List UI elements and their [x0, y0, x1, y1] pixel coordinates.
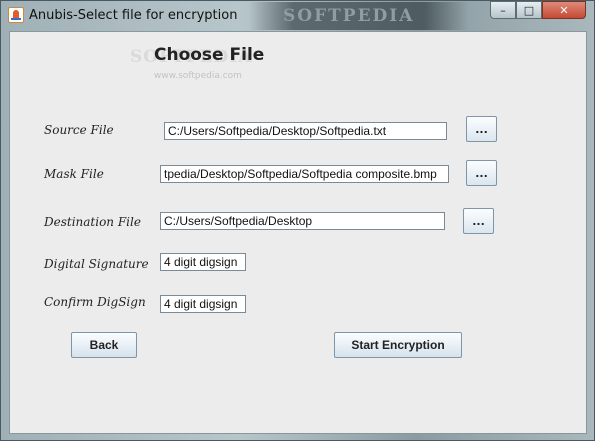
page-title: Choose File — [154, 45, 265, 65]
digital-signature-label: Digital Signature — [44, 257, 149, 271]
confirm-digsign-label: Confirm DigSign — [44, 295, 146, 309]
content-panel: SOFTPEDIA www.softpedia.com Choose File … — [9, 31, 587, 434]
java-coffee-icon — [8, 7, 24, 23]
confirm-digsign-field[interactable]: 4 digit digsign — [160, 295, 246, 313]
destination-browse-button[interactable]: ... — [463, 208, 494, 234]
watermark-text: SOFTPEDIA — [283, 6, 415, 26]
destination-file-field[interactable]: C:/Users/Softpedia/Desktop — [160, 212, 445, 230]
close-button[interactable]: ✕ — [542, 1, 586, 19]
minimize-icon: – — [500, 3, 506, 17]
minimize-button[interactable]: – — [490, 1, 516, 19]
digital-signature-field[interactable]: 4 digit digsign — [160, 253, 246, 271]
maximize-icon: □ — [523, 3, 535, 17]
source-file-label: Source File — [44, 123, 114, 137]
mask-file-label: Mask File — [44, 167, 104, 181]
start-encryption-button[interactable]: Start Encryption — [334, 332, 462, 358]
page-watermark-url: www.softpedia.com — [154, 71, 242, 81]
window-title: Anubis-Select file for encryption — [29, 8, 238, 23]
mask-browse-button[interactable]: ... — [466, 160, 497, 186]
close-icon: ✕ — [559, 3, 569, 17]
title-bar[interactable]: Anubis-Select file for encryption SOFTPE… — [1, 1, 594, 31]
app-window: Anubis-Select file for encryption SOFTPE… — [0, 0, 595, 441]
destination-file-label: Destination File — [44, 215, 141, 229]
source-browse-button[interactable]: ... — [466, 116, 497, 142]
maximize-button[interactable]: □ — [516, 1, 542, 19]
window-controls: – □ ✕ — [490, 1, 586, 19]
source-file-field[interactable]: C:/Users/Softpedia/Desktop/Softpedia.txt — [164, 122, 447, 140]
mask-file-field[interactable]: tpedia/Desktop/Softpedia/Softpedia compo… — [160, 165, 449, 183]
back-button[interactable]: Back — [71, 332, 137, 358]
